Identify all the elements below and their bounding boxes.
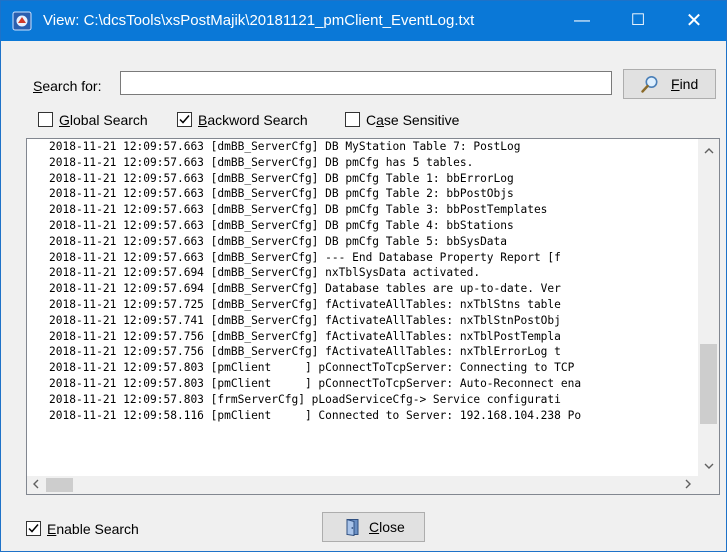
log-line: 2018-11-21 12:09:57.803 [frmServerCfg] p… bbox=[49, 392, 561, 406]
scroll-up-arrow[interactable] bbox=[698, 141, 719, 159]
close-button[interactable]: Close bbox=[322, 512, 425, 542]
vertical-scrollbar[interactable] bbox=[698, 139, 719, 476]
checkbox-box bbox=[38, 112, 53, 127]
log-line: 2018-11-21 12:09:57.803 [pmClient ] pCon… bbox=[49, 361, 575, 375]
log-line: 2018-11-21 12:09:58.116 [pmClient ] Conn… bbox=[49, 408, 582, 422]
window-title: View: C:\dcsTools\xsPostMajik\20181121_p… bbox=[43, 12, 475, 29]
checkbox-box bbox=[345, 112, 360, 127]
app-icon[interactable] bbox=[12, 11, 32, 31]
checkmark-icon bbox=[179, 115, 190, 124]
minimize-button[interactable]: — bbox=[559, 1, 605, 41]
log-line: 2018-11-21 12:09:57.725 [dmBB_ServerCfg]… bbox=[49, 297, 561, 311]
log-line: 2018-11-21 12:09:57.663 [dmBB_ServerCfg]… bbox=[49, 155, 474, 169]
log-line: 2018-11-21 12:09:57.663 [dmBB_ServerCfg]… bbox=[49, 218, 514, 232]
horizontal-scroll-thumb[interactable] bbox=[46, 478, 73, 492]
search-label: Search for: bbox=[33, 78, 102, 94]
checkmark-icon bbox=[28, 524, 39, 533]
door-exit-icon bbox=[344, 518, 362, 537]
vertical-scroll-thumb[interactable] bbox=[700, 343, 717, 424]
horizontal-scrollbar[interactable] bbox=[27, 476, 698, 494]
event-log-window: View: C:\dcsTools\xsPostMajik\20181121_p… bbox=[0, 0, 727, 552]
scroll-corner bbox=[698, 476, 719, 494]
log-line: 2018-11-21 12:09:57.694 [dmBB_ServerCfg]… bbox=[49, 282, 561, 296]
title-bar[interactable]: View: C:\dcsTools\xsPostMajik\20181121_p… bbox=[1, 1, 726, 41]
close-window-button[interactable]: ✕ bbox=[671, 1, 717, 41]
log-line: 2018-11-21 12:09:57.756 [dmBB_ServerCfg]… bbox=[49, 329, 561, 343]
log-line: 2018-11-21 12:09:57.663 [dmBB_ServerCfg]… bbox=[49, 203, 548, 217]
scroll-down-arrow[interactable] bbox=[698, 456, 719, 474]
maximize-button[interactable]: ☐ bbox=[615, 1, 661, 41]
global-search-label: Global Search bbox=[59, 112, 148, 128]
log-line: 2018-11-21 12:09:57.803 [pmClient ] pCon… bbox=[49, 376, 582, 390]
log-line: 2018-11-21 12:09:57.663 [dmBB_ServerCfg]… bbox=[49, 187, 514, 201]
search-input[interactable] bbox=[120, 71, 612, 95]
log-text-area[interactable]: 2018-11-21 12:09:57.663 [dmBB_ServerCfg]… bbox=[27, 139, 698, 476]
log-line: 2018-11-21 12:09:57.663 [dmBB_ServerCfg]… bbox=[49, 140, 521, 153]
scroll-left-arrow[interactable] bbox=[27, 476, 44, 494]
log-line: 2018-11-21 12:09:57.694 [dmBB_ServerCfg]… bbox=[49, 266, 481, 280]
find-button[interactable]: Find bbox=[623, 69, 716, 99]
enable-search-label: Enable Search bbox=[47, 521, 139, 537]
log-line: 2018-11-21 12:09:57.741 [dmBB_ServerCfg]… bbox=[49, 313, 561, 327]
log-line: 2018-11-21 12:09:57.663 [dmBB_ServerCfg]… bbox=[49, 250, 561, 264]
log-view[interactable]: 2018-11-21 12:09:57.663 [dmBB_ServerCfg]… bbox=[26, 138, 720, 495]
checkbox-box bbox=[177, 112, 192, 127]
backward-search-label: Backword Search bbox=[198, 112, 308, 128]
log-line: 2018-11-21 12:09:57.663 [dmBB_ServerCfg]… bbox=[49, 234, 508, 248]
checkbox-box bbox=[26, 521, 41, 536]
scroll-right-arrow[interactable] bbox=[679, 476, 696, 494]
log-line: 2018-11-21 12:09:57.756 [dmBB_ServerCfg]… bbox=[49, 345, 561, 359]
close-label: Close bbox=[369, 519, 405, 535]
find-label: Find bbox=[671, 76, 699, 92]
log-line: 2018-11-21 12:09:57.663 [dmBB_ServerCfg]… bbox=[49, 171, 514, 185]
case-sensitive-label: Case Sensitive bbox=[366, 112, 460, 128]
magnifier-icon bbox=[641, 75, 659, 93]
